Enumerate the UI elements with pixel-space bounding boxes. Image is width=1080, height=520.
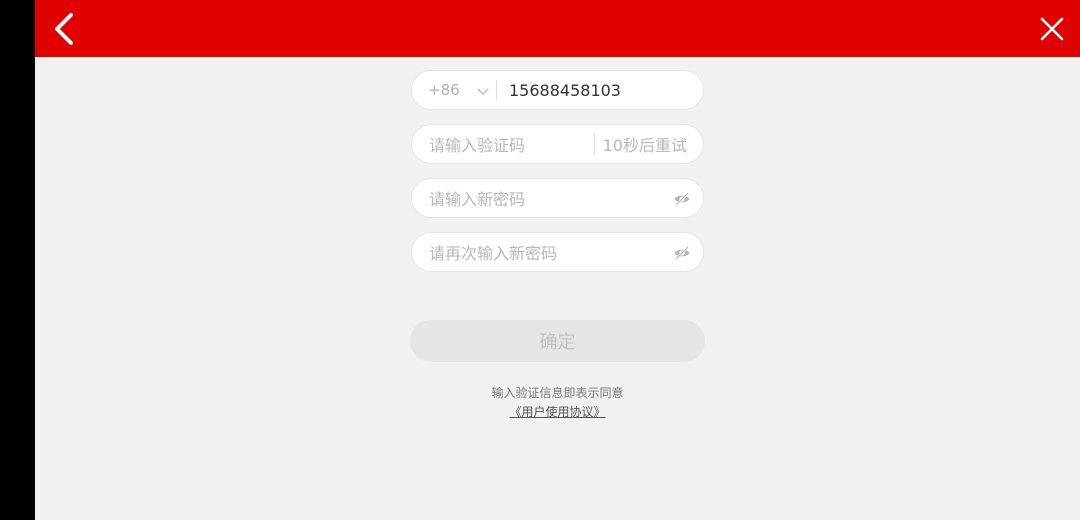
top-bar	[35, 0, 1080, 57]
back-button[interactable]	[35, 0, 92, 57]
confirm-password-field: 请再次输入新密码	[411, 232, 704, 272]
close-icon	[1040, 17, 1063, 40]
phone-field: +86 15688458103	[411, 70, 704, 110]
resend-code-button[interactable]: 10秒后重试	[595, 125, 703, 163]
confirm-button[interactable]: 确定	[410, 320, 705, 362]
new-password-placeholder: 请输入新密码	[429, 190, 526, 209]
eye-off-icon[interactable]	[673, 244, 691, 262]
country-code-label: +86	[428, 81, 460, 99]
close-button[interactable]	[1023, 0, 1080, 57]
confirm-password-placeholder: 请再次输入新密码	[429, 244, 558, 263]
agreement-text: 输入验证信息即表示同意	[491, 386, 624, 400]
chevron-left-icon	[54, 12, 73, 45]
verification-code-input[interactable]: 请输入验证码	[412, 125, 594, 163]
system-side-bar	[0, 0, 35, 520]
confirm-password-input[interactable]: 请再次输入新密码	[412, 233, 703, 271]
phone-input[interactable]: 15688458103	[497, 81, 621, 100]
verification-code-field: 请输入验证码 10秒后重试	[411, 124, 704, 164]
eye-off-icon[interactable]	[673, 190, 691, 208]
user-agreement-link[interactable]: 《用户使用协议》	[411, 403, 704, 420]
new-password-input[interactable]: 请输入新密码	[412, 179, 703, 217]
country-code-selector[interactable]: +86	[412, 71, 496, 109]
chevron-down-icon	[477, 88, 489, 95]
verification-code-placeholder: 请输入验证码	[429, 136, 526, 155]
new-password-field: 请输入新密码	[411, 178, 704, 218]
reset-password-form: +86 15688458103 请输入验证码 10秒后重试 请输入新密码 请再次…	[35, 57, 1080, 520]
